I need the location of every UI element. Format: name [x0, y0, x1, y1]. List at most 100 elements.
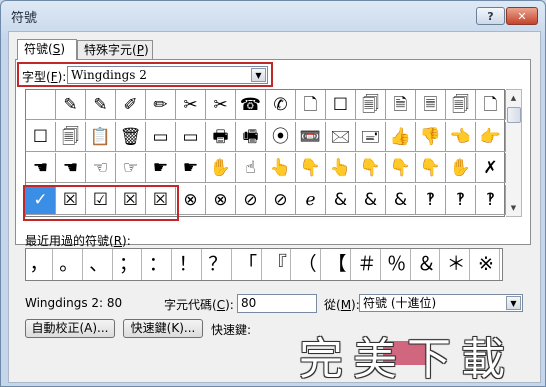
symbol-cell[interactable]: ⦿	[266, 121, 296, 152]
recent-symbol-cell[interactable]: ：	[145, 249, 173, 280]
symbol-cell[interactable]: 🗋	[296, 90, 326, 120]
symbol-grid-scrollbar[interactable]: ▲ ▼	[506, 89, 522, 217]
symbol-cell[interactable]: ☛	[146, 153, 176, 183]
symbol-cell-selected[interactable]: ✓	[26, 184, 56, 215]
symbol-cell[interactable]: 📋	[86, 121, 116, 152]
recent-symbol-cell[interactable]: ＊	[443, 249, 471, 280]
font-label-post: ):	[57, 70, 67, 84]
recent-symbol-cell[interactable]: 。	[56, 249, 83, 280]
symbol-cell[interactable]: ⊘	[266, 184, 296, 215]
symbol-cell[interactable]: 👇	[356, 153, 386, 183]
shortcut-key-button[interactable]: 快速鍵(K)...	[123, 319, 203, 338]
symbol-cell[interactable]: 👇	[416, 153, 446, 183]
symbol-cell[interactable]: 👆	[326, 153, 356, 183]
recent-symbol-cell[interactable]: （	[294, 249, 322, 280]
symbol-cell[interactable]: &	[326, 184, 356, 215]
symbol-cell[interactable]: &	[386, 184, 416, 215]
symbol-cell[interactable]: ☎	[236, 90, 266, 120]
symbol-cell[interactable]: ⊗	[176, 184, 206, 215]
recent-symbol-cell[interactable]: ＆	[413, 249, 441, 280]
symbol-cell[interactable]: 👇	[296, 153, 326, 183]
recent-symbol-cell[interactable]: ，	[26, 249, 53, 280]
close-button[interactable]: ✕	[506, 7, 538, 25]
scroll-thumb[interactable]	[507, 107, 521, 123]
symbol-cell[interactable]: ☒	[56, 184, 86, 215]
recent-symbol-cell[interactable]: 「	[235, 249, 262, 280]
symbol-cell[interactable]: 🗎	[386, 90, 416, 120]
symbol-cell[interactable]: ☛	[176, 153, 206, 183]
symbol-cell[interactable]: ☚	[26, 153, 56, 183]
recent-symbol-cell[interactable]: ＃	[354, 249, 381, 280]
symbol-cell[interactable]: ☐	[26, 121, 56, 152]
symbol-cell[interactable]: ☒	[146, 184, 176, 215]
recent-symbol-cell[interactable]: 『	[264, 249, 292, 280]
symbol-cell[interactable]: ☒	[116, 184, 146, 215]
symbol-cell[interactable]: ℯ	[296, 184, 326, 215]
symbol-cell[interactable]: 🖃	[356, 121, 386, 152]
tab-special-characters[interactable]: 特殊字元(P)	[77, 40, 153, 59]
char-code-input[interactable]: 80	[237, 294, 317, 313]
from-select[interactable]: 符號 (十進位) ▼	[359, 294, 523, 312]
symbol-cell[interactable]: ✂	[176, 90, 206, 120]
symbol-cell[interactable]: ✂	[206, 90, 236, 120]
symbol-cell[interactable]: ☝	[236, 153, 266, 183]
chevron-down-icon[interactable]: ▼	[251, 68, 266, 82]
recent-symbol-cell[interactable]: ％	[384, 249, 411, 280]
symbol-cell[interactable]: ⊗	[206, 184, 236, 215]
recent-symbol-cell[interactable]: 【	[324, 249, 351, 280]
symbol-cell[interactable]: 🖷	[236, 121, 266, 152]
tab-symbols[interactable]: 符號(S)	[17, 39, 77, 60]
symbol-cell[interactable]: ‽	[446, 184, 476, 215]
symbol-cell[interactable]: ✆	[266, 90, 296, 120]
scroll-up-icon[interactable]: ▲	[506, 90, 521, 106]
font-select[interactable]: Wingdings 2 ▼	[67, 66, 268, 84]
recent-symbol-cell[interactable]: ！	[175, 249, 202, 280]
recent-symbol-cell[interactable]: ；	[115, 249, 143, 280]
symbol-cell[interactable]: ✎	[56, 90, 86, 120]
symbol-cell[interactable]: ✏	[146, 90, 176, 120]
symbol-cell[interactable]: 🗑	[116, 121, 146, 152]
symbol-cell[interactable]: 🗐	[446, 90, 476, 120]
symbol-cell[interactable]: ☞	[116, 153, 146, 183]
symbol-cell[interactable]: ✐	[116, 90, 146, 120]
symbol-cell[interactable]: ☑	[86, 184, 116, 215]
symbol-cell[interactable]: 🖂	[326, 121, 356, 152]
symbol-cell[interactable]: ✋	[446, 153, 476, 183]
symbol-cell[interactable]: ✗	[476, 153, 506, 183]
symbol-cell[interactable]: 👎	[416, 121, 446, 152]
symbol-cell[interactable]: 👆	[266, 153, 296, 183]
recent-symbol-cell[interactable]: ？	[205, 249, 232, 280]
symbol-cell[interactable]: ▭	[176, 121, 206, 152]
symbol-cell[interactable]: 👉	[476, 121, 506, 152]
symbol-cell[interactable]: 🗏	[416, 90, 446, 120]
symbol-cell[interactable]: 📼	[296, 121, 326, 152]
recent-label-text: 最近用過的符號(	[25, 234, 114, 248]
symbol-cell[interactable]: 👈	[446, 121, 476, 152]
symbol-cell[interactable]: ⊘	[236, 184, 266, 215]
symbol-cell[interactable]	[26, 90, 56, 120]
symbol-cell[interactable]: ☚	[56, 153, 86, 183]
symbol-cell[interactable]: &	[356, 184, 386, 215]
symbol-cell[interactable]: ‽	[416, 184, 446, 215]
symbol-cell[interactable]: ‽	[476, 184, 506, 215]
symbol-cell[interactable]: ✋	[206, 153, 236, 183]
scroll-down-icon[interactable]: ▼	[506, 200, 521, 216]
symbol-cell[interactable]: ☜	[86, 153, 116, 183]
symbol-cell[interactable]: ✎	[86, 90, 116, 120]
symbol-cell[interactable]: 👍	[386, 121, 416, 152]
symbol-cell[interactable]: 🗐	[356, 90, 386, 120]
recent-symbol-cell[interactable]: ※	[473, 249, 500, 280]
symbol-cell[interactable]: 🖶	[206, 121, 236, 152]
autocorrect-button[interactable]: 自動校正(A)...	[25, 319, 115, 338]
symbol-cell[interactable]: ☐	[326, 90, 356, 120]
recent-symbol-cell[interactable]: 、	[86, 249, 113, 280]
chevron-down-icon[interactable]: ▼	[506, 296, 521, 310]
symbol-cell[interactable]: 👇	[386, 153, 416, 183]
char-code-label: 字元代碼(C):	[164, 296, 234, 313]
symbol-cell[interactable]: 🗐	[56, 121, 86, 152]
symbol-cell[interactable]: 🗋	[476, 90, 506, 120]
symbol-cell[interactable]: ▭	[146, 121, 176, 152]
shortcut-text-label: 快速鍵:	[211, 323, 252, 337]
tab-special-close: )	[143, 43, 149, 57]
help-button[interactable]: ?	[476, 7, 505, 25]
